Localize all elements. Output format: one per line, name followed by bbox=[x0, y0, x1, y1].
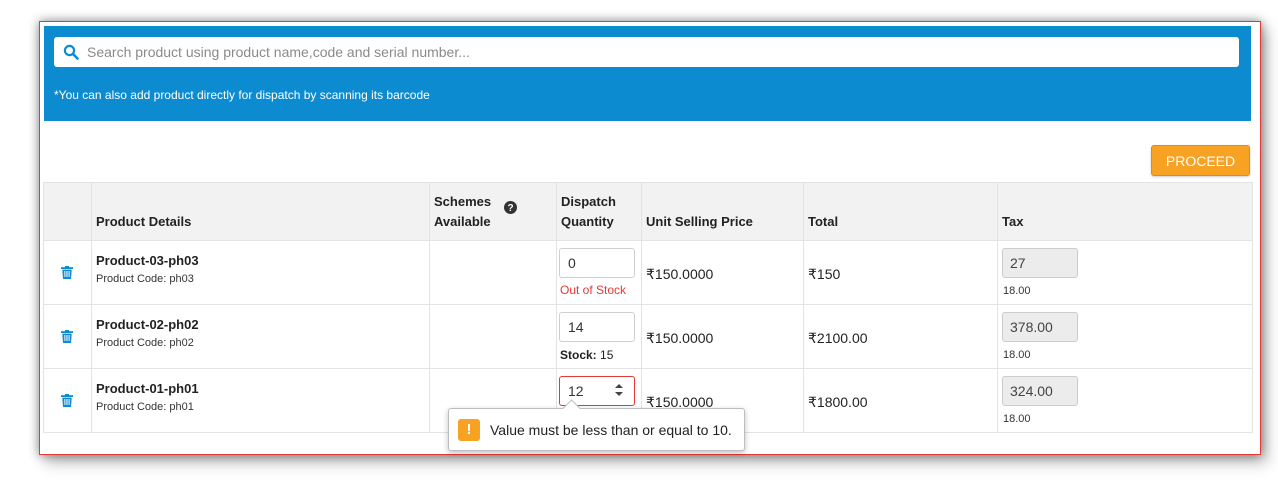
total-cell: ₹2100.00 bbox=[803, 304, 998, 369]
validation-tooltip: ! Value must be less than or equal to 10… bbox=[448, 399, 745, 451]
table-header-row: Product Details Schemes Available ? Disp… bbox=[43, 182, 1253, 241]
tax-cell: 324.00 18.00 bbox=[997, 368, 1253, 433]
total-value: ₹2100.00 bbox=[808, 330, 868, 346]
tax-field: 27 bbox=[1002, 248, 1078, 278]
unit-price-cell: ₹150.0000 bbox=[641, 304, 804, 369]
total-value: ₹1800.00 bbox=[808, 394, 868, 410]
product-code: Product Code: ph01 bbox=[96, 401, 194, 413]
help-icon[interactable]: ? bbox=[504, 201, 517, 214]
product-details-cell: Product-01-ph01 Product Code: ph01 bbox=[91, 368, 430, 433]
delete-cell bbox=[43, 240, 92, 305]
header-delete bbox=[43, 182, 92, 241]
total-cell: ₹1800.00 bbox=[803, 368, 998, 433]
delete-cell bbox=[43, 304, 92, 369]
stock-value: 15 bbox=[600, 348, 614, 362]
schemes-cell bbox=[429, 304, 557, 369]
search-box[interactable] bbox=[54, 37, 1239, 67]
unit-price: ₹150.0000 bbox=[646, 330, 714, 346]
quantity-cell: Out of Stock bbox=[556, 240, 642, 305]
stock-label: Stock: bbox=[560, 348, 597, 362]
number-spinner-icon[interactable] bbox=[613, 381, 625, 399]
search-panel: *You can also add product directly for d… bbox=[44, 26, 1251, 121]
header-dispatch-line2: Quantity bbox=[561, 214, 614, 229]
product-name: Product-03-ph03 bbox=[96, 253, 199, 268]
dispatch-panel: *You can also add product directly for d… bbox=[39, 21, 1261, 455]
product-details-cell: Product-03-ph03 Product Code: ph03 bbox=[91, 240, 430, 305]
trash-icon[interactable] bbox=[61, 330, 73, 343]
product-name: Product-02-ph02 bbox=[96, 317, 199, 332]
tax-cell: 378.00 18.00 bbox=[997, 304, 1253, 369]
header-total: Total bbox=[803, 182, 998, 241]
header-schemes: Schemes Available ? bbox=[429, 182, 557, 241]
search-input[interactable] bbox=[87, 37, 1227, 67]
tax-rate: 18.00 bbox=[1003, 413, 1031, 425]
header-tax: Tax bbox=[997, 182, 1253, 241]
total-cell: ₹150 bbox=[803, 240, 998, 305]
stock-status: Out of Stock bbox=[560, 283, 627, 297]
barcode-hint: *You can also add product directly for d… bbox=[54, 88, 430, 102]
unit-price-cell: ₹150.0000 bbox=[641, 240, 804, 305]
header-schemes-line1: Schemes bbox=[434, 194, 492, 209]
table-row: Product-03-ph03 Product Code: ph03 Out o… bbox=[43, 240, 1253, 305]
product-name: Product-01-ph01 bbox=[96, 381, 199, 396]
dispatch-quantity-input[interactable] bbox=[559, 312, 635, 342]
dispatch-table: Product Details Schemes Available ? Disp… bbox=[43, 182, 1253, 433]
delete-cell bbox=[43, 368, 92, 433]
proceed-button[interactable]: PROCEED bbox=[1151, 145, 1250, 176]
header-unit-price: Unit Selling Price bbox=[641, 182, 804, 241]
product-code: Product Code: ph02 bbox=[96, 337, 194, 349]
tax-cell: 27 18.00 bbox=[997, 240, 1253, 305]
header-dispatch-quantity: Dispatch Quantity bbox=[556, 182, 642, 241]
search-icon bbox=[63, 44, 79, 60]
dispatch-quantity-input[interactable] bbox=[559, 248, 635, 278]
total-value: ₹150 bbox=[808, 266, 841, 282]
header-dispatch-line1: Dispatch bbox=[561, 194, 616, 209]
product-code: Product Code: ph03 bbox=[96, 273, 194, 285]
validation-message: Value must be less than or equal to 10. bbox=[490, 422, 732, 438]
table-row: Product-02-ph02 Product Code: ph02 Stock… bbox=[43, 304, 1253, 369]
header-schemes-line2: Available bbox=[434, 214, 491, 229]
product-details-cell: Product-02-ph02 Product Code: ph02 bbox=[91, 304, 430, 369]
tax-rate: 18.00 bbox=[1003, 285, 1031, 297]
unit-price: ₹150.0000 bbox=[646, 266, 714, 282]
schemes-cell bbox=[429, 240, 557, 305]
exclamation-icon: ! bbox=[458, 419, 480, 441]
trash-icon[interactable] bbox=[61, 266, 73, 279]
tax-field: 324.00 bbox=[1002, 376, 1078, 406]
tax-rate: 18.00 bbox=[1003, 349, 1031, 361]
quantity-cell: Stock: 15 bbox=[556, 304, 642, 369]
stock-note: Stock: 15 bbox=[560, 348, 613, 362]
header-product-details: Product Details bbox=[91, 182, 430, 241]
trash-icon[interactable] bbox=[61, 394, 73, 407]
tax-field: 378.00 bbox=[1002, 312, 1078, 342]
svg-text:?: ? bbox=[507, 203, 513, 214]
